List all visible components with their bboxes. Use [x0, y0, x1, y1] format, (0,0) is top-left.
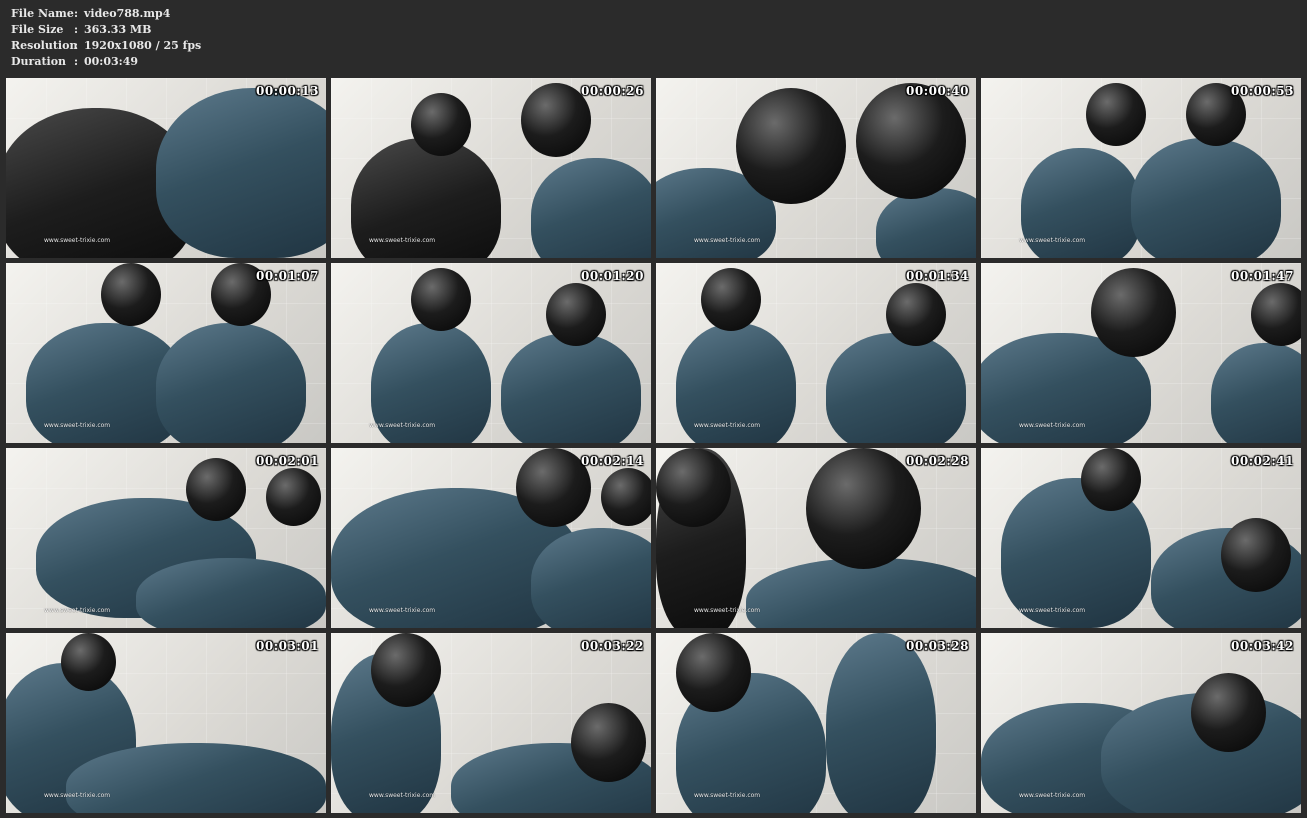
- watermark-text: www.sweet-trixie.com: [44, 237, 111, 244]
- watermark-text: www.sweet-trixie.com: [1019, 792, 1086, 799]
- watermark-text: www.sweet-trixie.com: [1019, 237, 1086, 244]
- watermark-text: www.sweet-trixie.com: [1019, 607, 1086, 614]
- thumbnail: 00:00:13 www.sweet-trixie.com: [6, 78, 326, 258]
- separator: :: [74, 55, 79, 68]
- timestamp-label: 00:03:22: [581, 639, 644, 653]
- hood-head: [1091, 268, 1176, 357]
- timestamp-label: 00:03:01: [256, 639, 319, 653]
- watermark-text: www.sweet-trixie.com: [1019, 422, 1086, 429]
- hood-head: [1221, 518, 1291, 592]
- timestamp-label: 00:01:34: [906, 269, 969, 283]
- file-name-label: File Name: [11, 7, 74, 20]
- file-size-value: 363.33 MB: [84, 23, 152, 36]
- hood-head: [806, 448, 921, 569]
- file-name-value: video788.mp4: [84, 7, 171, 20]
- figure-silhouette: [1131, 138, 1281, 258]
- watermark-text: www.sweet-trixie.com: [694, 422, 761, 429]
- hood-head: [886, 283, 946, 346]
- hood-head: [676, 633, 751, 712]
- figure-silhouette: [826, 333, 966, 443]
- duration-row: Duration : 00:03:49: [11, 54, 201, 70]
- timestamp-label: 00:00:13: [256, 84, 319, 98]
- thumbnail: 00:00:53 www.sweet-trixie.com: [981, 78, 1301, 258]
- thumbnail: 00:03:22 www.sweet-trixie.com: [331, 633, 651, 813]
- timestamp-label: 00:02:28: [906, 454, 969, 468]
- hood-head: [701, 268, 761, 331]
- hood-head: [856, 83, 966, 199]
- hood-head: [546, 283, 606, 346]
- duration-label: Duration: [11, 55, 67, 68]
- resolution-value: 1920x1080 / 25 fps: [84, 39, 202, 52]
- figure-silhouette: [501, 333, 641, 443]
- file-size-label: File Size: [11, 23, 64, 36]
- timestamp-label: 00:00:40: [906, 84, 969, 98]
- figure-silhouette: [826, 633, 936, 813]
- hood-head: [1086, 83, 1146, 146]
- thumbnail: 00:01:20 www.sweet-trixie.com: [331, 263, 651, 443]
- hood-head: [516, 448, 591, 527]
- watermark-text: www.sweet-trixie.com: [44, 792, 111, 799]
- thumbnail: 00:00:40 www.sweet-trixie.com: [656, 78, 976, 258]
- thumbnail: 00:03:01 www.sweet-trixie.com: [6, 633, 326, 813]
- hood-head: [1191, 673, 1266, 752]
- figure-silhouette: [156, 88, 326, 258]
- hood-head: [411, 93, 471, 156]
- resolution-row: Resolution : 1920x1080 / 25 fps: [11, 38, 201, 54]
- thumbnail: 00:02:14 www.sweet-trixie.com: [331, 448, 651, 628]
- thumbnail: 00:01:34 www.sweet-trixie.com: [656, 263, 976, 443]
- resolution-label: Resolution: [11, 39, 78, 52]
- hood-head: [411, 268, 471, 331]
- separator: :: [74, 23, 79, 36]
- separator: :: [74, 7, 79, 20]
- thumbnail: 00:03:28 www.sweet-trixie.com: [656, 633, 976, 813]
- timestamp-label: 00:02:41: [1231, 454, 1294, 468]
- thumbnail: 00:02:28 www.sweet-trixie.com: [656, 448, 976, 628]
- watermark-text: www.sweet-trixie.com: [694, 607, 761, 614]
- timestamp-label: 00:00:53: [1231, 84, 1294, 98]
- hood-head: [736, 88, 846, 204]
- thumbnail: 00:02:41 www.sweet-trixie.com: [981, 448, 1301, 628]
- hood-head: [101, 263, 161, 326]
- hood-head: [266, 468, 321, 526]
- watermark-text: www.sweet-trixie.com: [369, 237, 436, 244]
- figure-silhouette: [156, 323, 306, 443]
- timestamp-label: 00:01:47: [1231, 269, 1294, 283]
- timestamp-label: 00:01:07: [256, 269, 319, 283]
- file-info-header: File Name : video788.mp4 File Size : 363…: [11, 6, 201, 70]
- timestamp-label: 00:02:14: [581, 454, 644, 468]
- file-size-row: File Size : 363.33 MB: [11, 22, 201, 38]
- hood-head: [1081, 448, 1141, 511]
- watermark-text: www.sweet-trixie.com: [44, 607, 111, 614]
- watermark-text: www.sweet-trixie.com: [44, 422, 111, 429]
- timestamp-label: 00:03:42: [1231, 639, 1294, 653]
- figure-silhouette: [136, 558, 326, 628]
- watermark-text: www.sweet-trixie.com: [694, 237, 761, 244]
- thumbnail: 00:02:01 www.sweet-trixie.com: [6, 448, 326, 628]
- watermark-text: www.sweet-trixie.com: [369, 607, 436, 614]
- timestamp-label: 00:00:26: [581, 84, 644, 98]
- thumbnail: 00:00:26 www.sweet-trixie.com: [331, 78, 651, 258]
- timestamp-label: 00:03:28: [906, 639, 969, 653]
- watermark-text: www.sweet-trixie.com: [694, 792, 761, 799]
- separator: :: [74, 39, 79, 52]
- thumbnail: 00:03:42 www.sweet-trixie.com: [981, 633, 1301, 813]
- hood-head: [571, 703, 646, 782]
- file-name-row: File Name : video788.mp4: [11, 6, 201, 22]
- thumbnail: 00:01:07 www.sweet-trixie.com: [6, 263, 326, 443]
- contact-sheet: File Name : video788.mp4 File Size : 363…: [0, 0, 1307, 818]
- timestamp-label: 00:02:01: [256, 454, 319, 468]
- duration-value: 00:03:49: [84, 55, 139, 68]
- watermark-text: www.sweet-trixie.com: [369, 422, 436, 429]
- hood-head: [656, 448, 731, 527]
- watermark-text: www.sweet-trixie.com: [369, 792, 436, 799]
- thumbnail: 00:01:47 www.sweet-trixie.com: [981, 263, 1301, 443]
- hood-head: [61, 633, 116, 691]
- timestamp-label: 00:01:20: [581, 269, 644, 283]
- hood-head: [371, 633, 441, 707]
- hood-head: [186, 458, 246, 521]
- thumbnail-grid: 00:00:13 www.sweet-trixie.com 00:00:26 www.…: [6, 78, 1301, 813]
- hood-head: [601, 468, 651, 526]
